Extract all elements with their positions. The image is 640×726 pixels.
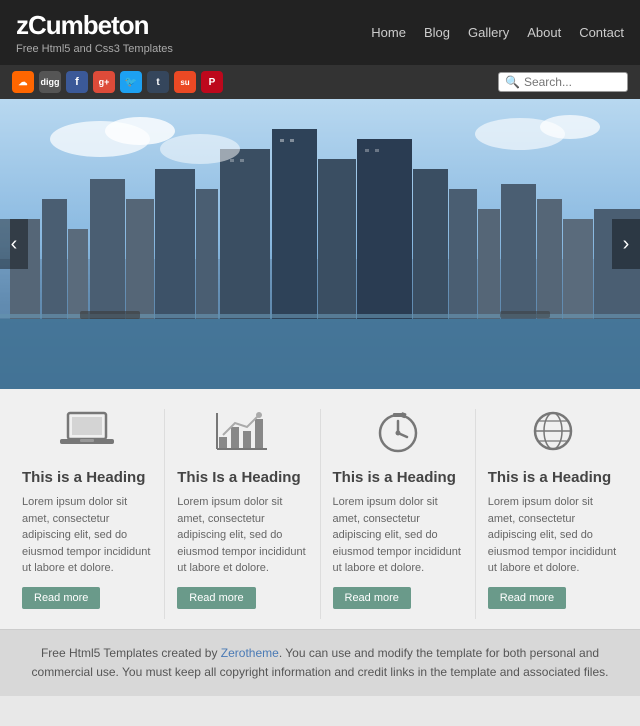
search-icon: 🔍 (505, 75, 520, 89)
nav-home[interactable]: Home (371, 25, 406, 40)
feature-icon-2 (333, 409, 463, 461)
feature-icon-1 (177, 409, 307, 461)
nav-about[interactable]: About (527, 25, 561, 40)
digg-icon[interactable]: digg (39, 71, 61, 93)
logo-subtitle: Free Html5 and Css3 Templates (16, 43, 173, 55)
googleplus-icon[interactable]: g+ (93, 71, 115, 93)
feature-item-3: This is a Heading Lorem ipsum dolor sit … (476, 409, 630, 619)
nav-contact[interactable]: Contact (579, 25, 624, 40)
facebook-icon[interactable]: f (66, 71, 88, 93)
search-input[interactable] (524, 75, 621, 89)
feature-heading-1: This Is a Heading (177, 469, 300, 486)
slider-next-button[interactable]: › (612, 219, 640, 269)
hero-slider: ‹ › (0, 99, 640, 389)
feature-text-0: Lorem ipsum dolor sit amet, consectetur … (22, 494, 152, 577)
nav-blog[interactable]: Blog (424, 25, 450, 40)
feature-text-2: Lorem ipsum dolor sit amet, consectetur … (333, 494, 463, 577)
feature-item-2: This is a Heading Lorem ipsum dolor sit … (321, 409, 476, 619)
read-more-button-0[interactable]: Read more (22, 587, 100, 609)
social-bar: ☁ digg f g+ 🐦 t su P 🔍 (0, 65, 640, 99)
feature-item-0: This is a Heading Lorem ipsum dolor sit … (10, 409, 165, 619)
feature-text-3: Lorem ipsum dolor sit amet, consectetur … (488, 494, 618, 577)
nav-gallery[interactable]: Gallery (468, 25, 509, 40)
stumbleupon-icon[interactable]: su (174, 71, 196, 93)
feature-heading-3: This is a Heading (488, 469, 611, 486)
slider-prev-button[interactable]: ‹ (0, 219, 28, 269)
pinterest-icon[interactable]: P (201, 71, 223, 93)
city-skyline (0, 99, 640, 389)
features-section: This is a Heading Lorem ipsum dolor sit … (0, 389, 640, 629)
feature-icon-3 (488, 409, 618, 461)
footer-link[interactable]: Zerotheme (221, 646, 279, 660)
read-more-button-3[interactable]: Read more (488, 587, 566, 609)
read-more-button-1[interactable]: Read more (177, 587, 255, 609)
feature-text-1: Lorem ipsum dolor sit amet, consectetur … (177, 494, 307, 577)
main-nav: Home Blog Gallery About Contact (371, 25, 624, 40)
rss-icon[interactable]: ☁ (12, 71, 34, 93)
read-more-button-2[interactable]: Read more (333, 587, 411, 609)
social-icons: ☁ digg f g+ 🐦 t su P (12, 71, 223, 93)
search-wrap: 🔍 (498, 72, 628, 92)
footer: Free Html5 Templates created by Zerothem… (0, 629, 640, 696)
feature-heading-0: This is a Heading (22, 469, 145, 486)
tumblr-icon[interactable]: t (147, 71, 169, 93)
feature-item-1: This Is a Heading Lorem ipsum dolor sit … (165, 409, 320, 619)
twitter-icon[interactable]: 🐦 (120, 71, 142, 93)
footer-text-before: Free Html5 Templates created by (41, 646, 221, 660)
logo-title: zCumbeton (16, 10, 173, 41)
feature-icon-0 (22, 409, 152, 461)
logo-block: zCumbeton Free Html5 and Css3 Templates (16, 10, 173, 55)
feature-heading-2: This is a Heading (333, 469, 456, 486)
header: zCumbeton Free Html5 and Css3 Templates … (0, 0, 640, 65)
